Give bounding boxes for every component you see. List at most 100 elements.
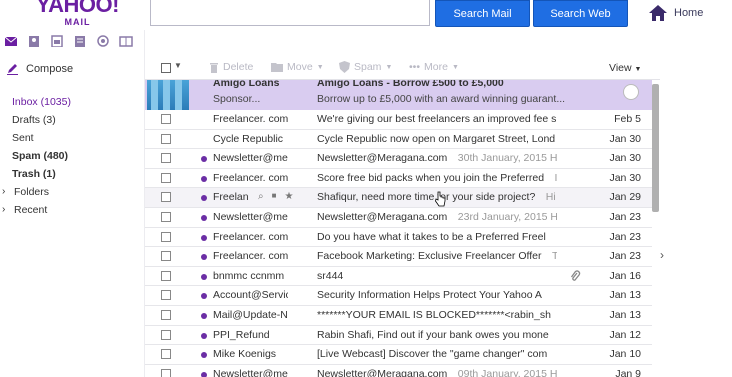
message-list: Amigo Loans Sponsor... Amigo Loans - Bor… [145,80,652,377]
subject-text: Score free bid packs when you join the P… [317,171,545,184]
sidebar-item-label: Recent [14,204,48,216]
shield-icon [339,61,350,73]
scrollbar[interactable] [652,84,659,212]
sponsored-ad-row[interactable]: Amigo Loans Sponsor... Amigo Loans - Bor… [145,80,652,110]
table-row[interactable]: Freelancer. com We're giving our best fre… [145,110,652,130]
notepad-icon[interactable] [72,35,87,48]
table-row[interactable]: bnmmc ccnmm sr444 Jan 16 [145,266,652,287]
row-checkbox[interactable] [161,133,171,144]
top-header: YAHOO! MAIL Search Mail Search Web Home [0,0,732,30]
sidebar-item-inbox[interactable]: Inbox (1035) [12,93,71,111]
delete-label: Delete [223,61,254,73]
table-row[interactable]: Mail@Update-N *******YOUR EMAIL IS BLOCKE… [145,306,652,326]
newsfeed-icon[interactable] [118,35,133,48]
table-row[interactable]: Cycle Republic Cycle Republic now open on… [145,129,652,150]
row-checkbox[interactable] [161,172,171,183]
ad-sender: Amigo Loans [213,80,280,89]
mail-icon[interactable] [3,35,18,48]
row-checkbox[interactable] [161,114,171,124]
ad-body: Borrow up to £5,000 with an award winnin… [317,93,566,105]
sidebar-item-spam[interactable]: Spam (480) [12,147,71,165]
table-row[interactable]: Freelancer. com Score free bid packs when… [145,168,652,189]
sidebar-item-drafts[interactable]: Drafts (3) [12,111,71,129]
delete-button[interactable]: Delete [209,61,253,73]
search-mail-button[interactable]: Search Mail [435,0,530,27]
messenger-icon[interactable] [95,35,110,48]
row-checkbox[interactable] [161,231,171,242]
row-checkbox[interactable] [161,251,171,262]
trash-icon [210,62,218,73]
table-row[interactable]: Account@Servic Security Information Helps… [145,286,652,306]
message-sender: Freelancer. com [213,230,288,243]
spam-button[interactable]: Spam ▼ [339,61,392,73]
row-checkbox[interactable] [161,349,171,360]
row-checkbox[interactable] [161,290,171,301]
trash-icon[interactable]: ■ [272,191,277,202]
message-sender: Newsletter@me [213,367,288,377]
message-sender: Cycle Republic [213,132,284,145]
row-checkbox[interactable] [161,310,171,320]
sidebar-item-folders[interactable]: › Folders [2,183,71,201]
search-input[interactable] [150,0,430,26]
view-label: View [609,62,632,74]
row-checkbox[interactable] [161,329,171,340]
subject-text: Rabin Shafi, Find out if your bank owes … [317,328,549,341]
search-icon[interactable]: ⌕ [258,191,264,202]
subject-text: *******YOUR EMAIL IS BLOCKED*******<rabi… [317,309,551,321]
row-checkbox[interactable] [161,270,171,281]
sidebar-item-trash[interactable]: Trash (1) [12,165,71,183]
calendar-icon[interactable] [49,35,64,48]
yahoo-mail-logo[interactable]: YAHOO! MAIL [36,0,119,27]
table-row[interactable]: Freelan ⌕ ■ ★ Shafiqur, need more time for y… [145,188,652,208]
move-button[interactable]: Move ▼ [271,61,324,73]
row-checkbox[interactable] [161,192,171,203]
table-row[interactable]: Newsletter@me Newsletter@Meragana.com 09t… [145,364,652,377]
unread-dot-icon [201,195,207,202]
message-date: Jan 23 [609,211,641,223]
chevron-right-icon[interactable]: › [660,248,664,262]
search-web-button[interactable]: Search Web [533,0,628,27]
table-row[interactable]: Newsletter@me Newsletter@Meragana.com 30t… [145,149,652,169]
message-date: Jan 13 [609,289,641,302]
subject-text: Newsletter@Meragana.com [317,367,448,377]
row-checkbox[interactable] [161,212,171,222]
table-row[interactable]: Freelancer. com Do you have what it takes… [145,227,652,248]
hand-cursor-icon [435,191,446,207]
message-sender: Mike Koenigs [213,348,277,361]
message-subject: Rabin Shafi, Find out if your bank owes … [317,329,557,341]
chevron-down-icon: ▼ [385,63,393,71]
sidebar-item-recent[interactable]: › Recent [2,201,71,219]
subject-text: We're giving our best freelancers an imp… [317,113,557,125]
star-icon[interactable]: ★ [284,191,293,202]
more-button[interactable]: ••• More ▼ [409,61,459,73]
table-row[interactable]: Mike Koenigs [Live Webcast] Discover the … [145,345,652,365]
message-date: Jan 30 [609,132,641,145]
chevron-right-icon: › [2,186,6,197]
message-subject: We're giving our best freelancers an imp… [317,113,557,125]
row-checkbox[interactable] [161,368,171,377]
table-row[interactable]: Newsletter@me Newsletter@Meragana.com 23r… [145,208,652,228]
more-dots-icon: ••• [409,61,421,73]
row-checkbox[interactable] [161,153,171,164]
chevron-down-icon[interactable]: ▼ [174,61,182,70]
select-all-checkbox[interactable] [161,63,171,73]
home-link[interactable]: Home [648,4,703,22]
table-row[interactable]: Freelancer. com Facebook Marketing: Exclu… [145,247,652,267]
adchoices-icon[interactable] [623,84,639,100]
view-menu[interactable]: View ▼ [609,62,641,74]
sidebar: Compose Inbox (1035) Drafts (3) Sent Spa… [0,56,140,377]
unread-dot-icon [201,371,207,377]
compose-button[interactable]: Compose [6,62,73,75]
message-sender: PPI_Refund [213,328,270,341]
sidebar-item-sent[interactable]: Sent [12,129,71,147]
table-row[interactable]: PPI_Refund Rabin Shafi, Find out if your … [145,325,652,346]
compose-label: Compose [26,62,74,75]
message-sender: bnmmc ccnmm [213,269,285,282]
message-subject: Do you have what it takes to be a Prefer… [317,231,557,243]
contacts-icon[interactable] [26,35,41,48]
paperclip-icon [570,270,581,281]
message-date: Jan 30 [609,171,641,184]
message-date: Jan 10 [609,348,641,361]
unread-dot-icon [201,273,207,280]
message-date: Jan 23 [609,230,641,243]
